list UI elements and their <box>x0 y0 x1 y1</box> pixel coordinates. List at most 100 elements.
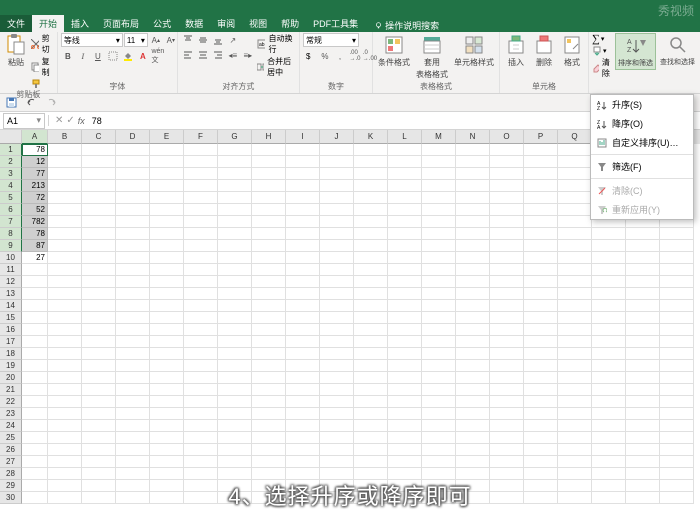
cell[interactable] <box>150 240 184 252</box>
row-header-2[interactable]: 2 <box>0 156 22 168</box>
cell[interactable] <box>490 432 524 444</box>
cell[interactable] <box>252 492 286 504</box>
cell[interactable] <box>422 312 456 324</box>
cell[interactable] <box>184 312 218 324</box>
cell[interactable] <box>22 480 48 492</box>
cell[interactable] <box>116 336 150 348</box>
cell[interactable] <box>82 144 116 156</box>
cell[interactable] <box>354 216 388 228</box>
cell[interactable] <box>592 324 626 336</box>
column-header-D[interactable]: D <box>116 130 150 144</box>
cell[interactable] <box>626 324 660 336</box>
cell[interactable] <box>422 468 456 480</box>
column-header-F[interactable]: F <box>184 130 218 144</box>
cell[interactable] <box>252 372 286 384</box>
phonetic-button[interactable]: wén文 <box>151 49 165 63</box>
cell[interactable] <box>320 468 354 480</box>
cell[interactable] <box>524 288 558 300</box>
cell[interactable] <box>388 312 422 324</box>
cell[interactable] <box>558 360 592 372</box>
column-header-A[interactable]: A <box>22 130 48 144</box>
cell[interactable] <box>218 432 252 444</box>
cell[interactable] <box>286 468 320 480</box>
redo-button[interactable] <box>44 96 58 110</box>
cell[interactable] <box>82 360 116 372</box>
cell[interactable] <box>286 180 320 192</box>
cell[interactable] <box>320 324 354 336</box>
cell[interactable] <box>660 300 694 312</box>
cell[interactable] <box>150 444 184 456</box>
cell[interactable] <box>592 444 626 456</box>
cell[interactable] <box>150 348 184 360</box>
cell[interactable] <box>388 240 422 252</box>
align-center-button[interactable] <box>196 48 210 62</box>
cell[interactable] <box>22 456 48 468</box>
cell[interactable] <box>218 144 252 156</box>
cell[interactable] <box>150 204 184 216</box>
row-header-20[interactable]: 20 <box>0 372 22 384</box>
select-all-corner[interactable] <box>0 130 22 144</box>
cancel-formula-icon[interactable]: ✕ <box>55 115 63 126</box>
column-header-L[interactable]: L <box>388 130 422 144</box>
cell[interactable] <box>524 396 558 408</box>
cell[interactable] <box>320 216 354 228</box>
cell[interactable] <box>558 192 592 204</box>
merge-center-button[interactable]: 合并后居中 <box>257 56 296 78</box>
row-header-4[interactable]: 4 <box>0 180 22 192</box>
cell[interactable] <box>22 468 48 480</box>
cell[interactable]: 782 <box>22 216 48 228</box>
cell[interactable] <box>150 324 184 336</box>
cell[interactable] <box>490 396 524 408</box>
cell[interactable] <box>456 384 490 396</box>
cell[interactable] <box>660 444 694 456</box>
cell[interactable] <box>150 336 184 348</box>
cell[interactable] <box>660 240 694 252</box>
cell[interactable] <box>320 360 354 372</box>
cell[interactable]: 87 <box>22 240 48 252</box>
cell[interactable] <box>252 288 286 300</box>
cell[interactable] <box>150 276 184 288</box>
cell[interactable] <box>626 456 660 468</box>
cell[interactable] <box>490 420 524 432</box>
custom-sort-item[interactable]: 自定义排序(U)… <box>591 133 693 152</box>
cell[interactable] <box>354 228 388 240</box>
cell[interactable] <box>286 324 320 336</box>
row-header-26[interactable]: 26 <box>0 444 22 456</box>
cell[interactable] <box>354 432 388 444</box>
cell[interactable] <box>354 336 388 348</box>
cell[interactable] <box>388 168 422 180</box>
cell[interactable] <box>422 348 456 360</box>
cell[interactable] <box>490 144 524 156</box>
cell[interactable] <box>116 264 150 276</box>
cell[interactable] <box>184 240 218 252</box>
cell[interactable] <box>184 348 218 360</box>
cell[interactable] <box>286 432 320 444</box>
cell[interactable] <box>116 276 150 288</box>
cell[interactable] <box>490 204 524 216</box>
row-header-16[interactable]: 16 <box>0 324 22 336</box>
cell[interactable] <box>558 432 592 444</box>
cell[interactable] <box>218 192 252 204</box>
cell[interactable] <box>286 144 320 156</box>
cell[interactable] <box>320 240 354 252</box>
cell[interactable] <box>422 252 456 264</box>
cell[interactable] <box>286 420 320 432</box>
cell[interactable] <box>184 324 218 336</box>
row-header-17[interactable]: 17 <box>0 336 22 348</box>
cell[interactable] <box>524 300 558 312</box>
underline-button[interactable]: U <box>91 49 105 63</box>
cell[interactable] <box>626 348 660 360</box>
cell[interactable] <box>82 456 116 468</box>
cell[interactable] <box>354 168 388 180</box>
cell[interactable] <box>524 276 558 288</box>
tab-data[interactable]: 数据 <box>178 15 210 32</box>
cell[interactable] <box>48 468 82 480</box>
cell[interactable] <box>184 492 218 504</box>
italic-button[interactable]: I <box>76 49 90 63</box>
cell[interactable] <box>320 444 354 456</box>
cell[interactable] <box>490 192 524 204</box>
align-bottom-button[interactable] <box>211 33 225 47</box>
cell[interactable] <box>252 468 286 480</box>
cell[interactable] <box>320 312 354 324</box>
cell[interactable] <box>524 360 558 372</box>
